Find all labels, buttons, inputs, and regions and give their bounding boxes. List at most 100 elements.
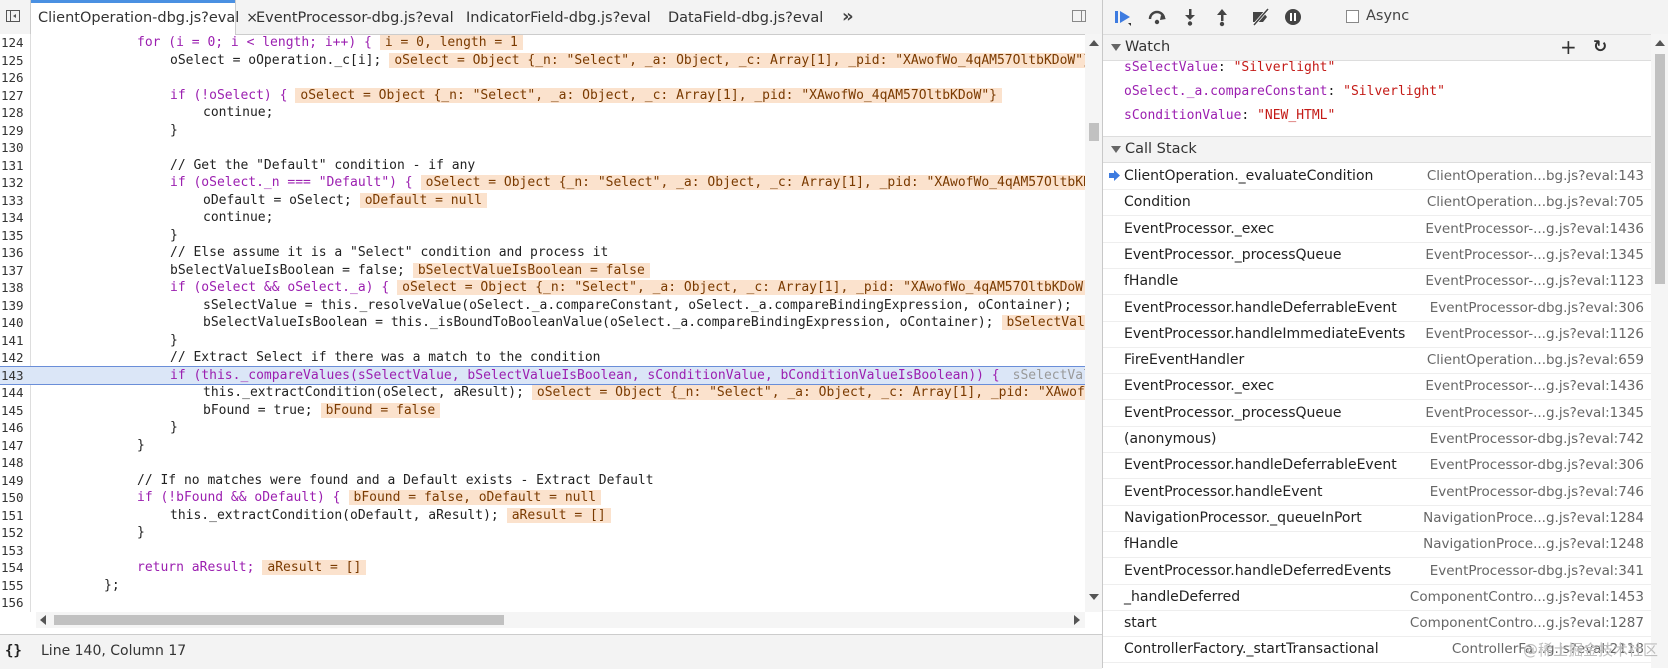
callstack-section-header[interactable]: Call Stack: [1103, 136, 1651, 163]
deactivate-breakpoints-icon[interactable]: [1251, 7, 1271, 27]
callstack-frame[interactable]: (anonymous) EventProcessor-dbg.js?eval:74…: [1103, 426, 1651, 453]
scroll-up-icon[interactable]: [1089, 40, 1099, 46]
frame-location[interactable]: EventProcessor-...g.js?eval:1126: [1425, 321, 1644, 347]
frame-location[interactable]: ClientOperation...bg.js?eval:659: [1427, 347, 1644, 373]
code-line: 132 if (oSelect._n === "Default") {oSelec…: [0, 174, 1085, 192]
callstack-frame[interactable]: fHandle EventProcessor-...g.js?eval:1123: [1103, 268, 1651, 296]
sidebar-vertical-scrollbar[interactable]: [1651, 34, 1668, 668]
frame-location[interactable]: ComponentContro...g.js?eval:1287: [1410, 610, 1644, 636]
editor-horizontal-scrollbar[interactable]: [36, 612, 1085, 628]
pause-on-exceptions-icon[interactable]: [1283, 7, 1303, 27]
refresh-icon[interactable]: ↻: [1593, 35, 1607, 60]
callstack-frame[interactable]: NavigationProcessor._queueInPort Navigati…: [1103, 505, 1651, 532]
code-line: 153: [1, 542, 24, 558]
callstack-frame[interactable]: EventProcessor.handleEvent EventProcessor…: [1103, 479, 1651, 506]
scroll-thumb[interactable]: [1655, 54, 1665, 284]
code-line: 138 if (oSelect && oSelect._a) {oSelect =…: [0, 279, 1085, 297]
callstack-frame[interactable]: start ComponentContro...g.js?eval:1287: [1103, 610, 1651, 638]
watch-expression[interactable]: oSelect._a.compareConstant: "Silverlight…: [1124, 84, 1445, 99]
code-line: 130: [1, 140, 24, 155]
frame-location[interactable]: EventProcessor-dbg.js?eval:341: [1430, 558, 1644, 584]
scroll-thumb[interactable]: [1089, 123, 1099, 141]
frame-location[interactable]: EventProcessor-dbg.js?eval:742: [1430, 426, 1644, 452]
frame-function: EventProcessor.handleDeferrableEvent: [1124, 457, 1397, 474]
code-line: 151 this._extractCondition(oDefault, aRes…: [0, 507, 1085, 525]
tab-indicatorfield[interactable]: IndicatorField-dbg.js?eval: [466, 0, 651, 34]
editor-tab-bar: ClientOperation-dbg.js?eval × EventProces…: [0, 0, 1102, 35]
toggle-navigator-icon[interactable]: [6, 10, 20, 22]
callstack-frame[interactable]: EventProcessor._processQueue EventProcess…: [1103, 400, 1651, 427]
inline-value: oSelect = Object {_n: "Select", _a: Obje…: [389, 52, 1085, 68]
frame-location[interactable]: EventProcessor-dbg.js?eval:306: [1430, 452, 1644, 478]
step-into-icon[interactable]: [1180, 7, 1200, 27]
scroll-right-icon[interactable]: [1074, 615, 1080, 625]
watch-section-header[interactable]: Watch + ↻: [1103, 34, 1651, 61]
frame-location[interactable]: EventProcessor-...g.js?eval:1436: [1425, 216, 1644, 242]
callstack-frame[interactable]: EventProcessor.handleDeferrableEvent Even…: [1103, 452, 1651, 480]
frame-location[interactable]: EventProcessor-...g.js?eval:1123: [1425, 268, 1644, 294]
watch-expression[interactable]: sConditionValue: "NEW_HTML": [1124, 108, 1335, 123]
inline-value: aResult = []: [262, 560, 367, 575]
tab-eventprocessor[interactable]: EventProcessor-dbg.js?eval: [256, 0, 454, 34]
code-line: 156: [1, 595, 24, 610]
scroll-up-icon[interactable]: [1655, 40, 1665, 46]
callstack-frame[interactable]: EventProcessor.handleDeferrableEvent Even…: [1103, 295, 1651, 322]
frame-location[interactable]: EventProcessor-dbg.js?eval:746: [1430, 479, 1644, 505]
frame-location[interactable]: ClientOperation...bg.js?eval:705: [1427, 189, 1644, 215]
watch-title: Watch: [1125, 39, 1171, 55]
toggle-debugger-icon[interactable]: [1072, 10, 1086, 22]
resume-icon[interactable]: [1113, 7, 1133, 27]
async-checkbox[interactable]: [1346, 10, 1359, 23]
code-area[interactable]: 124 for (i = 0; i < length; i++) {i = 0, …: [0, 34, 1085, 612]
tab-datafield[interactable]: DataField-dbg.js?eval: [668, 0, 823, 34]
frame-location[interactable]: EventProcessor-dbg.js?eval:306: [1430, 295, 1644, 321]
inline-value: aResult = []: [506, 507, 611, 523]
inline-value: oDefault = null: [359, 192, 488, 208]
frame-function: ClientOperation._evaluateCondition: [1124, 168, 1374, 184]
callstack-frame[interactable]: EventProcessor._exec EventProcessor-...g.…: [1103, 373, 1651, 401]
callstack-frame[interactable]: fHandle NavigationProce...g.js?eval:1248: [1103, 531, 1651, 559]
code-line: 147}: [1, 437, 145, 453]
callstack-frame[interactable]: EventProcessor._exec EventProcessor-...g.…: [1103, 216, 1651, 243]
editor-vertical-scrollbar[interactable]: [1085, 34, 1102, 612]
callstack-frame[interactable]: ClientOperation._evaluateCondition Client…: [1103, 163, 1651, 190]
callstack-frame[interactable]: _handleDeferred ComponentContro...g.js?ev…: [1103, 584, 1651, 611]
callstack-frame[interactable]: EventProcessor.handleImmediateEvents Even…: [1103, 321, 1651, 348]
inline-value: oSelect = Object {_n: "Select", _a: Obje…: [531, 385, 1085, 400]
step-out-icon[interactable]: [1212, 7, 1232, 27]
frame-location[interactable]: EventProcessor-...g.js?eval:1345: [1425, 400, 1644, 426]
frame-function: EventProcessor.handleDeferredEvents: [1124, 562, 1392, 579]
code-line: 144 this._extractCondition(oSelect, aResu…: [0, 384, 1085, 402]
add-watch-icon[interactable]: +: [1560, 35, 1577, 60]
scroll-thumb[interactable]: [54, 615, 504, 625]
more-tabs-icon[interactable]: »: [842, 6, 854, 27]
callstack-frame[interactable]: EventProcessor._processQueue EventProcess…: [1103, 242, 1651, 269]
frame-location[interactable]: ClientOperation...bg.js?eval:143: [1427, 163, 1644, 189]
watch-expression[interactable]: sSelectValue: "Silverlight": [1124, 60, 1335, 75]
scroll-down-icon[interactable]: [1089, 594, 1099, 600]
frame-location[interactable]: ComponentContro...g.js?eval:1453: [1410, 584, 1644, 610]
expand-icon: [1111, 44, 1121, 51]
pretty-print-button[interactable]: {}: [5, 635, 22, 667]
code-line: 126: [1, 70, 24, 85]
code-line: 152}: [1, 525, 145, 540]
editor-status-bar: {} Line 140, Column 17: [0, 634, 1102, 669]
callstack-frame[interactable]: EventProcessor.handleDeferredEvents Event…: [1103, 558, 1651, 585]
tab-clientoperation[interactable]: ClientOperation-dbg.js?eval ×: [30, 0, 258, 35]
frame-location[interactable]: NavigationProce...g.js?eval:1248: [1423, 531, 1644, 557]
step-over-icon[interactable]: [1147, 7, 1167, 27]
frame-location[interactable]: EventProcessor-...g.js?eval:1345: [1425, 242, 1644, 268]
debugger-sidebar: Async Watch + ↻ sSelectValue: "Silverlig…: [1103, 0, 1668, 668]
debugger-toolbar: Async: [1103, 0, 1668, 35]
callstack-frame[interactable]: FireEventHandler ClientOperation...bg.js?…: [1103, 347, 1651, 375]
watermark: @稀土掘金技术社区: [1522, 641, 1658, 659]
inline-value: sSelectValue = "Silverlight": [1012, 367, 1085, 383]
code-line-current: 143 if (this._compareValues(sSelectValue,…: [0, 365, 1085, 385]
frame-function: EventProcessor._exec: [1124, 220, 1275, 237]
frame-function: _handleDeferred: [1124, 588, 1241, 605]
scroll-left-icon[interactable]: [40, 615, 46, 625]
code-line: 133 oDefault = oSelect; oDefault = null: [0, 192, 1085, 210]
frame-location[interactable]: NavigationProce...g.js?eval:1284: [1423, 505, 1644, 531]
callstack-frame[interactable]: Condition ClientOperation...bg.js?eval:70…: [1103, 189, 1651, 217]
frame-location[interactable]: EventProcessor-...g.js?eval:1436: [1425, 373, 1644, 399]
